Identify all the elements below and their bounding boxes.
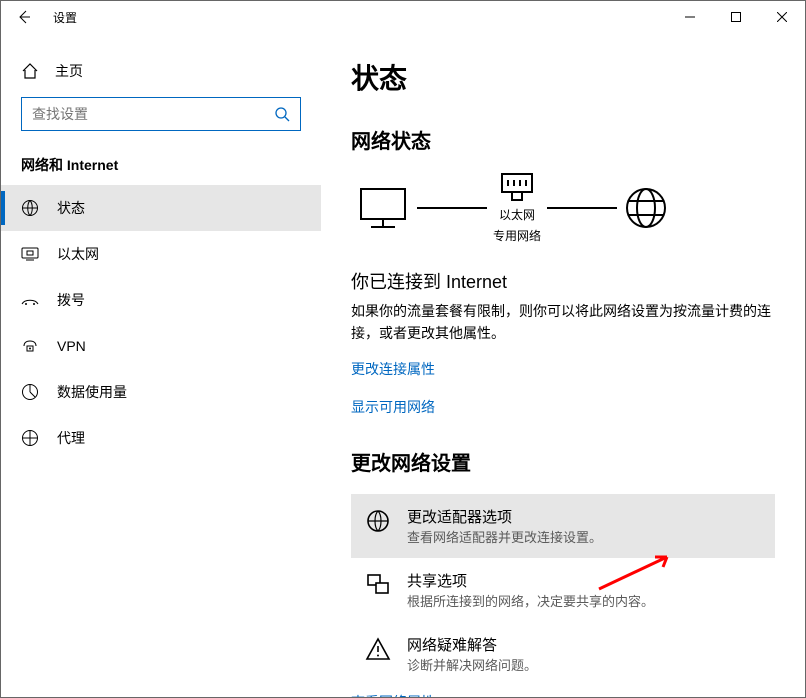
dialup-icon (21, 294, 39, 306)
close-button[interactable] (759, 1, 805, 33)
connected-title: 你已连接到 Internet (351, 268, 775, 294)
option-desc: 根据所连接到的网络，决定要共享的内容。 (407, 591, 654, 610)
option-change-adapter[interactable]: 更改适配器选项 查看网络适配器并更改连接设置。 (351, 494, 775, 558)
minimize-icon (685, 12, 695, 22)
sidebar-item-label: 拨号 (57, 290, 85, 310)
sidebar-item-proxy[interactable]: 代理 (1, 415, 321, 461)
option-title: 网络疑难解答 (407, 634, 537, 655)
link-change-connection[interactable]: 更改连接属性 (351, 359, 775, 379)
option-troubleshoot[interactable]: 网络疑难解答 诊断并解决网络问题。 (351, 622, 775, 686)
main-panel: 状态 网络状态 以太网 专用网络 你已连接到 Internet 如果你的流量套餐… (321, 33, 805, 697)
search-box[interactable] (21, 97, 301, 131)
troubleshoot-icon (365, 634, 391, 662)
diagram-line (417, 207, 487, 209)
ethernet-icon (21, 247, 39, 261)
status-icon (21, 199, 39, 217)
network-diagram: 以太网 专用网络 (351, 172, 775, 252)
sharing-icon (365, 570, 391, 598)
sidebar-section-label: 网络和 Internet (1, 155, 321, 185)
ethernet-adapter-icon (500, 172, 534, 202)
home-label: 主页 (55, 61, 83, 81)
private-network-caption: 专用网络 (493, 227, 541, 244)
connected-body: 如果你的流量套餐有限制，则你可以将此网络设置为按流量计费的连接，或者更改其他属性… (351, 300, 771, 345)
link-view-props[interactable]: 查看网络属性 (351, 692, 775, 697)
diagram-line (547, 207, 617, 209)
sidebar-item-label: 代理 (57, 428, 85, 448)
globe-icon (623, 185, 669, 231)
vpn-icon (21, 339, 39, 353)
sidebar-item-status[interactable]: 状态 (1, 185, 321, 231)
network-status-heading: 网络状态 (351, 125, 775, 154)
option-desc: 查看网络适配器并更改连接设置。 (407, 527, 602, 546)
nav-list: 状态 以太网 拨号 VPN 数据使用量 (1, 185, 321, 461)
minimize-button[interactable] (667, 1, 713, 33)
arrow-left-icon (17, 9, 33, 25)
home-icon (21, 62, 39, 80)
sidebar-item-label: 数据使用量 (57, 382, 127, 402)
link-show-networks[interactable]: 显示可用网络 (351, 397, 775, 417)
ethernet-caption: 以太网 (499, 206, 535, 223)
close-icon (777, 12, 787, 22)
option-desc: 诊断并解决网络问题。 (407, 655, 537, 674)
option-title: 共享选项 (407, 570, 654, 591)
sidebar-item-label: 状态 (57, 198, 85, 218)
back-button[interactable] (1, 1, 49, 33)
option-title: 更改适配器选项 (407, 506, 602, 527)
sidebar-item-label: VPN (57, 338, 86, 354)
sidebar: 主页 网络和 Internet 状态 以太网 (1, 33, 321, 697)
home-row[interactable]: 主页 (1, 53, 321, 97)
sidebar-item-dialup[interactable]: 拨号 (1, 277, 321, 323)
proxy-icon (21, 429, 39, 447)
search-input[interactable] (32, 106, 274, 122)
datausage-icon (21, 383, 39, 401)
titlebar: 设置 (1, 1, 805, 33)
computer-icon (355, 185, 411, 231)
sidebar-item-datausage[interactable]: 数据使用量 (1, 369, 321, 415)
sidebar-item-label: 以太网 (57, 244, 99, 264)
search-icon (274, 106, 290, 122)
sidebar-item-ethernet[interactable]: 以太网 (1, 231, 321, 277)
adapter-options-icon (365, 506, 391, 534)
maximize-button[interactable] (713, 1, 759, 33)
option-sharing[interactable]: 共享选项 根据所连接到的网络，决定要共享的内容。 (351, 558, 775, 622)
window-title: 设置 (49, 9, 77, 26)
sidebar-item-vpn[interactable]: VPN (1, 323, 321, 369)
maximize-icon (731, 12, 741, 22)
page-title: 状态 (351, 57, 775, 97)
change-settings-heading: 更改网络设置 (351, 447, 775, 476)
